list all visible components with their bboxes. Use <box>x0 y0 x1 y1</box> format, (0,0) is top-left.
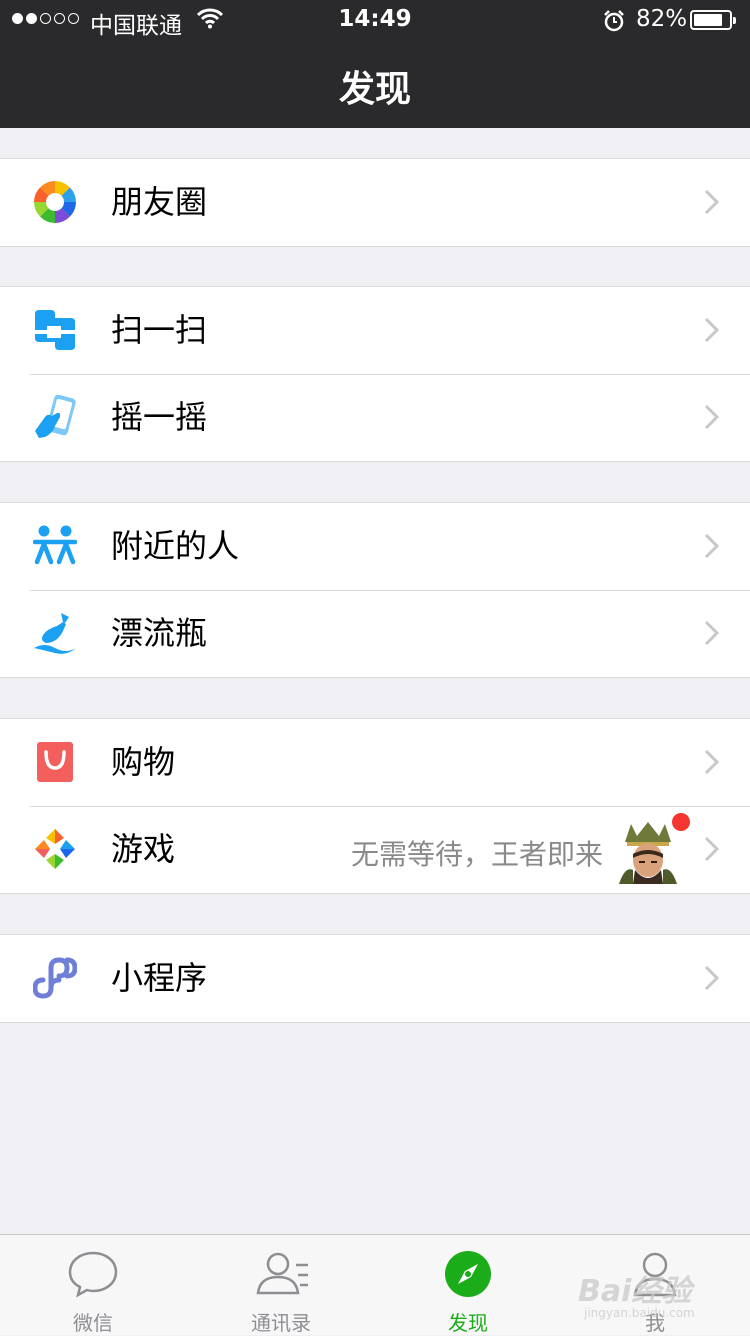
tab-label: 通讯录 <box>251 1311 311 1335</box>
list-item-label: 漂流瓶 <box>111 614 208 652</box>
chevron-right-icon <box>704 404 720 434</box>
drift-bottle-icon <box>33 611 77 655</box>
list-item-people-nearby[interactable]: 附近的人 <box>0 503 750 590</box>
chevron-right-icon <box>704 189 720 219</box>
battery-icon <box>690 10 736 30</box>
list-item-label: 扫一扫 <box>111 311 208 349</box>
list-item-scan[interactable]: 扫一扫 <box>0 287 750 374</box>
list-item-games[interactable]: 游戏 无需等待，王者即来 <box>0 806 750 893</box>
group-scan-shake: 扫一扫 摇一摇 <box>0 286 750 462</box>
list-item-drift-bottle[interactable]: 漂流瓶 <box>0 590 750 677</box>
tab-label: 微信 <box>73 1311 113 1335</box>
chevron-right-icon <box>704 965 720 995</box>
status-bar: 中国联通 14:49 82% <box>0 0 750 40</box>
mini-program-icon <box>32 956 78 1000</box>
top-bar: 中国联通 14:49 82% 发现 <box>0 0 750 128</box>
tab-chats[interactable]: 微信 <box>23 1235 163 1335</box>
chat-bubble-icon <box>68 1249 118 1299</box>
group-moments: 朋友圈 <box>0 158 750 247</box>
tab-discover[interactable]: 发现 <box>398 1235 538 1335</box>
watermark-url: jingyan.baidu.com <box>584 1306 695 1320</box>
list-item-mini-programs[interactable]: 小程序 <box>0 935 750 1022</box>
list-item-label: 附近的人 <box>111 527 240 565</box>
list-item-label: 小程序 <box>111 959 208 997</box>
games-icon <box>33 827 77 871</box>
compass-icon <box>443 1249 493 1299</box>
list-item-label: 朋友圈 <box>111 183 208 221</box>
contacts-icon <box>256 1249 308 1299</box>
list-item-label: 游戏 <box>111 830 176 868</box>
moments-icon <box>33 180 77 224</box>
people-nearby-icon <box>32 524 78 568</box>
chevron-right-icon <box>704 317 720 347</box>
shake-icon <box>33 394 77 439</box>
list-item-moments[interactable]: 朋友圈 <box>0 159 750 246</box>
watermark-logo-text: Bai <box>578 1274 632 1309</box>
group-mini-programs: 小程序 <box>0 934 750 1023</box>
shopping-icon <box>33 740 77 784</box>
chevron-right-icon <box>704 749 720 779</box>
group-nearby-bottle: 附近的人 漂流瓶 <box>0 502 750 678</box>
watermark-suffix: 经验 <box>631 1274 692 1309</box>
page-title: 发现 <box>338 69 411 110</box>
baidu-watermark: Bai经验 jingyan.baidu.com <box>578 1266 695 1320</box>
list-item-shake[interactable]: 摇一摇 <box>0 374 750 461</box>
tab-label: 发现 <box>448 1311 488 1335</box>
scan-icon <box>33 308 77 352</box>
tab-contacts[interactable]: 通讯录 <box>211 1235 351 1335</box>
game-hero-thumbnail <box>617 820 679 884</box>
battery-percentage: 82% <box>636 6 688 32</box>
games-promo-text: 无需等待，王者即来 <box>350 838 603 871</box>
list-item-label: 购物 <box>111 743 176 781</box>
alarm-icon <box>603 10 625 38</box>
chevron-right-icon <box>704 836 720 866</box>
games-notification-badge <box>672 813 690 831</box>
group-shopping-games: 购物 游戏 无需等待，王者即来 <box>0 718 750 894</box>
chevron-right-icon <box>704 533 720 563</box>
chevron-right-icon <box>704 620 720 650</box>
list-item-label: 摇一摇 <box>111 398 208 436</box>
list-item-shopping[interactable]: 购物 <box>0 719 750 806</box>
